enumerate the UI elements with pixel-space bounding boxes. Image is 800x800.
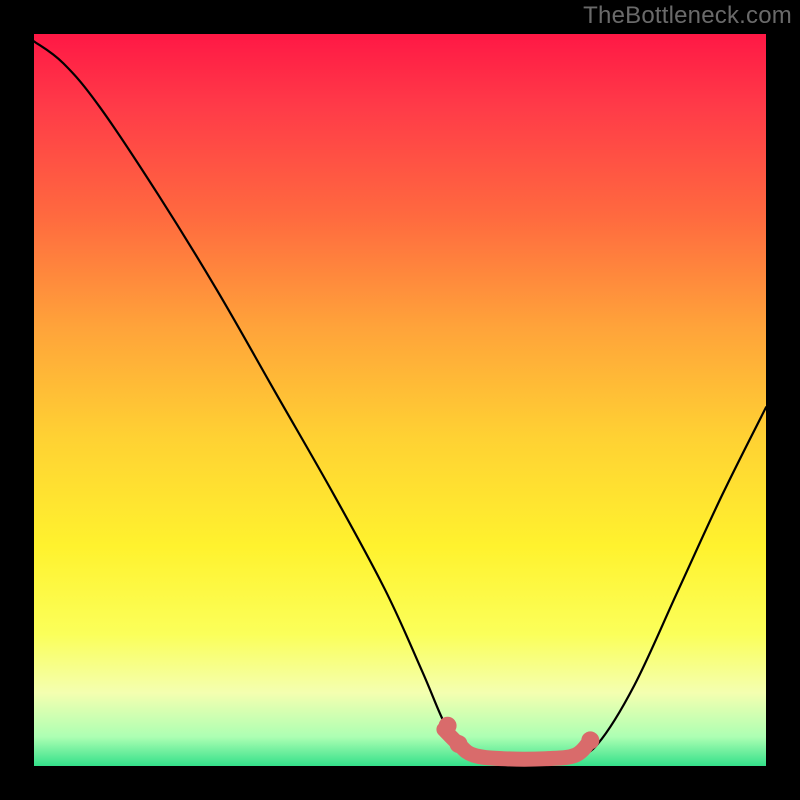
optimal-marker-dot bbox=[450, 735, 468, 753]
plot-area bbox=[34, 34, 766, 766]
optimal-marker-dot bbox=[439, 717, 457, 735]
optimal-marker-dot bbox=[581, 731, 599, 749]
bottleneck-curve bbox=[34, 41, 766, 759]
chart-frame: TheBottleneck.com bbox=[0, 0, 800, 800]
curve-layer bbox=[34, 34, 766, 766]
watermark-text: TheBottleneck.com bbox=[583, 2, 792, 30]
